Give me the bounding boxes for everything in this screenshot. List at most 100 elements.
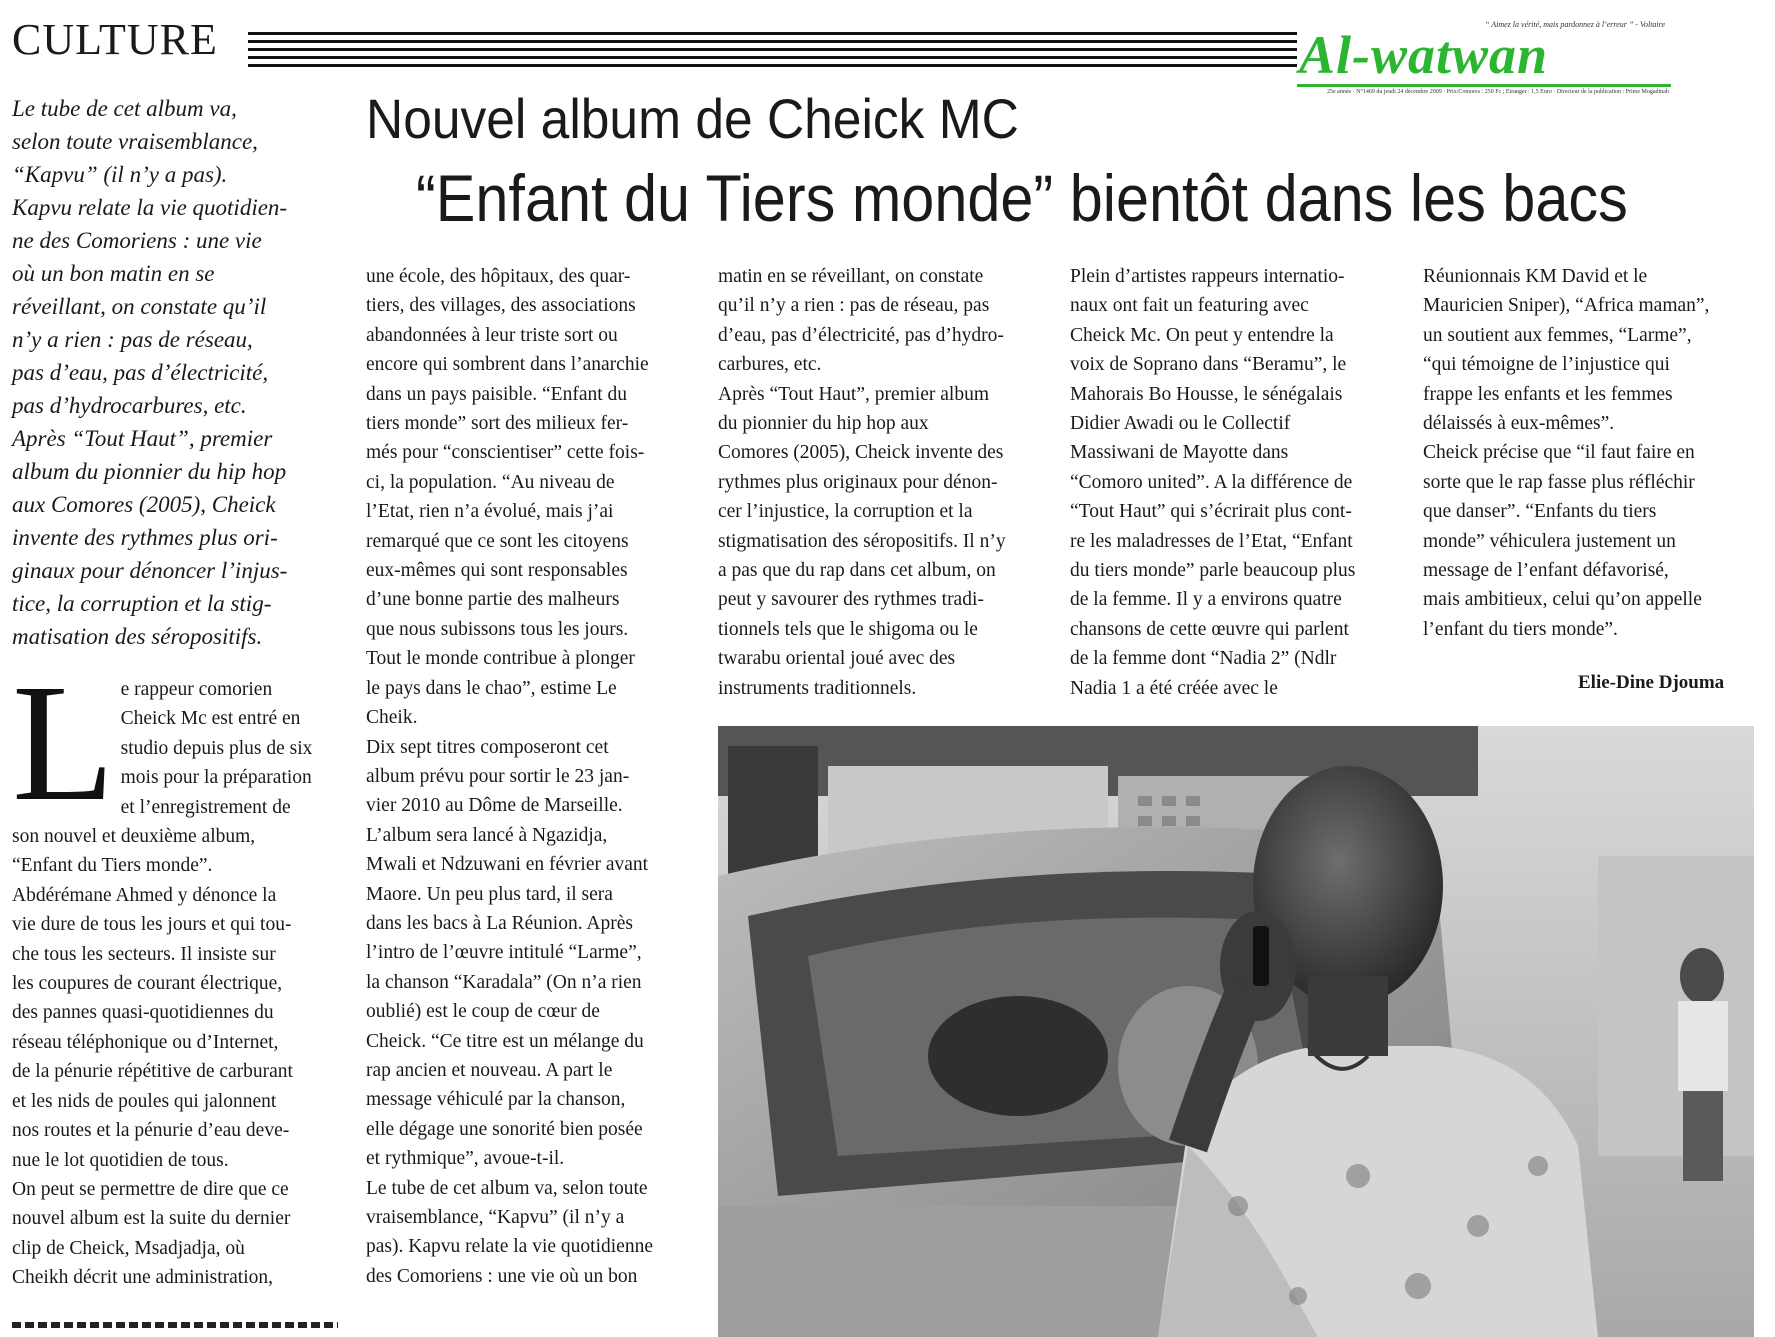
body-line: cer l’injustice, la corruption et la xyxy=(718,501,973,523)
body-line: matin en se réveillant, on constate xyxy=(718,266,984,287)
body-line: et les nids de poules qui jalonnent xyxy=(12,1090,277,1112)
article-column-5: Réunionnais KM David et le Mauricien Snip… xyxy=(1423,262,1759,644)
column-end-rule xyxy=(12,1322,338,1328)
byline: Elie-Dine Djouma xyxy=(1578,672,1725,693)
body-line: message de l’enfant défavorisé, xyxy=(1423,560,1669,582)
body-line: nue le lot quotidien de tous. xyxy=(12,1149,229,1171)
body-line: Mahorais Bo Housse, le sénégalais xyxy=(1070,383,1343,405)
body-line: voix de Soprano dans “Beramu”, le xyxy=(1070,354,1347,376)
body-line: carbures, etc. xyxy=(718,354,822,376)
body-line: Cheick précise que “il faut faire en xyxy=(1423,442,1695,464)
body-line: que nous subissons tous les jours. xyxy=(366,618,629,640)
masthead-info: 25e année · N°1469 du jeudi 24 décembre … xyxy=(1327,89,1669,95)
body-line: a pas que du rap dans cet album, on xyxy=(718,560,996,582)
body-line: Didier Awadi ou le Collectif xyxy=(1070,413,1291,435)
body-line: du pionnier du hip hop aux xyxy=(718,413,929,435)
body-line: l’Etat, rien n’a évolué, mais j’ai xyxy=(366,501,614,523)
article-column-3: matin en se réveillant, on constate qu’il… xyxy=(718,262,1050,703)
lede-line: tice, la corruption et la stig- xyxy=(12,591,272,616)
article-column-4: Plein d’artistes rappeurs internatio-nau… xyxy=(1070,262,1406,703)
lede-line: ginaux pour dénoncer l’injus- xyxy=(12,558,288,583)
body-line: d’une bonne partie des malheurs xyxy=(366,589,620,611)
lede-line: selon toute vraisemblance, xyxy=(12,129,258,154)
body-line: “Comoro united”. A la différence de xyxy=(1070,471,1353,493)
body-line: des pannes quasi-quotidiennes du xyxy=(12,1002,274,1024)
body-line: tiers, des villages, des associations xyxy=(366,295,636,317)
photo-illustration xyxy=(718,726,1754,1337)
lede-line: Le tube de cet album va, xyxy=(12,96,237,121)
lede-line: album du pionnier du hip hop xyxy=(12,459,287,484)
lede-line: n’y a rien : pas de réseau, xyxy=(12,327,253,352)
lede-line: invente des rythmes plus ori- xyxy=(12,525,278,550)
body-line: Cheick Mc. On peut y entendre la xyxy=(1070,324,1334,346)
article-photo xyxy=(718,726,1754,1337)
masthead[interactable]: “ Aimez la vérité, mais pardonnez à l’er… xyxy=(1297,20,1671,95)
body-line: chansons de cette œuvre qui parlent xyxy=(1070,618,1349,640)
body-line: “Tout Haut” qui s’écrirait plus cont- xyxy=(1070,501,1352,523)
lede-line: où un bon matin en se xyxy=(12,261,215,286)
body-line: L’album sera lancé à Ngazidja, xyxy=(366,824,608,846)
lede-line: aux Comores (2005), Cheick xyxy=(12,492,276,517)
body-line: encore qui sombrent dans l’anarchie xyxy=(366,354,649,376)
body-line: Comores (2005), Cheick invente des xyxy=(718,442,1004,464)
body-line: instruments traditionnels. xyxy=(718,677,917,699)
body-line: mais ambitieux, celui qu’on appelle xyxy=(1423,589,1702,611)
body-line: de la femme. Il y a environs quatre xyxy=(1070,589,1342,611)
lede-line: pas d’hydrocarbures, etc. xyxy=(12,393,247,418)
body-line: frappe les enfants et les femmes xyxy=(1423,383,1673,405)
article-column-1: L e rappeur comorien Cheick Mc est entré … xyxy=(12,659,334,1293)
body-line: les coupures de courant électrique, xyxy=(12,973,283,995)
body-line: peut y savourer des rythmes tradi- xyxy=(718,589,984,611)
body-line: d’eau, pas d’électricité, pas d’hydro- xyxy=(718,324,1004,346)
body-line: clip de Cheick, Msadjadja, où xyxy=(12,1237,245,1259)
body-line: de la pénurie répétitive de carburant xyxy=(12,1061,293,1083)
body-line: Nadia 1 a été créée avec le xyxy=(1070,677,1278,699)
body-line: Dix sept titres composeront cet xyxy=(366,736,609,758)
body-line: Cheick. “Ce titre est un mélange du xyxy=(366,1030,644,1052)
body-line: “Enfant du Tiers monde”. xyxy=(12,855,213,877)
body-line: tiers monde” sort des milieux fer- xyxy=(366,413,629,435)
body-line: nouvel album est la suite du dernier xyxy=(12,1208,291,1230)
lede-line: matisation des séropositifs. xyxy=(12,624,263,649)
lede-line: réveillant, on constate qu’il xyxy=(12,294,267,319)
body-line: qu’il n’y a rien : pas de réseau, pas xyxy=(718,295,990,317)
body-line: des Comoriens : une vie où un bon xyxy=(366,1265,638,1287)
lede-line: pas d’eau, pas d’électricité, xyxy=(12,360,269,385)
body-line: “qui témoigne de l’injustice qui xyxy=(1423,354,1670,376)
body-line: Le tube de cet album va, selon toute xyxy=(366,1177,648,1199)
body-line: rythmes plus originaux pour dénon- xyxy=(718,471,998,493)
body-line: che tous les secteurs. Il insiste sur xyxy=(12,943,276,965)
body-line: monde” véhiculera justement un xyxy=(1423,530,1676,552)
body-line: album prévu pour sortir le 23 jan- xyxy=(366,765,630,787)
lede-line: ne des Comoriens : une vie xyxy=(12,228,262,253)
article-headline: “Enfant du Tiers monde” bientôt dans les… xyxy=(416,161,1628,235)
body-line: son nouvel et deuxième album, xyxy=(12,826,256,848)
body-line: Après “Tout Haut”, premier album xyxy=(718,383,990,405)
body-line: ci, la population. “Au niveau de xyxy=(366,471,615,493)
body-line: Tout le monde contribue à plonger xyxy=(366,648,635,670)
body-line: remarqué que ce sont les citoyens xyxy=(366,530,629,552)
body-line: de la femme dont “Nadia 2” (Ndlr xyxy=(1070,648,1337,670)
body-line: l’intro de l’œuvre intitulé “Larme”, xyxy=(366,942,642,964)
body-line: Maore. Un peu plus tard, il sera xyxy=(366,883,613,905)
body-line: Cheikh décrit une administration, xyxy=(12,1267,274,1289)
article-column-2: une école, des hôpitaux, des quar-tiers,… xyxy=(366,262,696,1291)
body-line: Mwali et Ndzuwani en février avant xyxy=(366,854,649,876)
lede-line: Après “Tout Haut”, premier xyxy=(12,426,273,451)
body-line: le pays dans le chao”, estime Le xyxy=(366,677,617,699)
lede-line: Kapvu relate la vie quotidien- xyxy=(12,195,288,220)
body-line: naux ont fait un featuring avec xyxy=(1070,295,1309,317)
body-line: twarabu oriental joué avec des xyxy=(718,648,956,670)
body-line: eux-mêmes qui sont responsables xyxy=(366,560,628,582)
masthead-underline xyxy=(1297,84,1671,87)
masthead-title: Al-watwan xyxy=(1299,25,1549,85)
body-line: més pour “conscientiser” cette fois- xyxy=(366,442,645,464)
body-line: On peut se permettre de dire que ce xyxy=(12,1178,289,1200)
body-line: dans un pays paisible. “Enfant du xyxy=(366,383,628,405)
body-line: rap ancien et nouveau. A part le xyxy=(366,1059,613,1081)
body-line: re les maladresses de l’Etat, “Enfant xyxy=(1070,530,1353,552)
body-line: la chanson “Karadala” (On n’a rien xyxy=(366,971,642,993)
article-kicker: Nouvel album de Cheick MC xyxy=(366,87,1019,150)
body-line: délaissés à eux-mêmes”. xyxy=(1423,413,1615,435)
body-line: un soutient aux femmes, “Larme”, xyxy=(1423,324,1692,346)
